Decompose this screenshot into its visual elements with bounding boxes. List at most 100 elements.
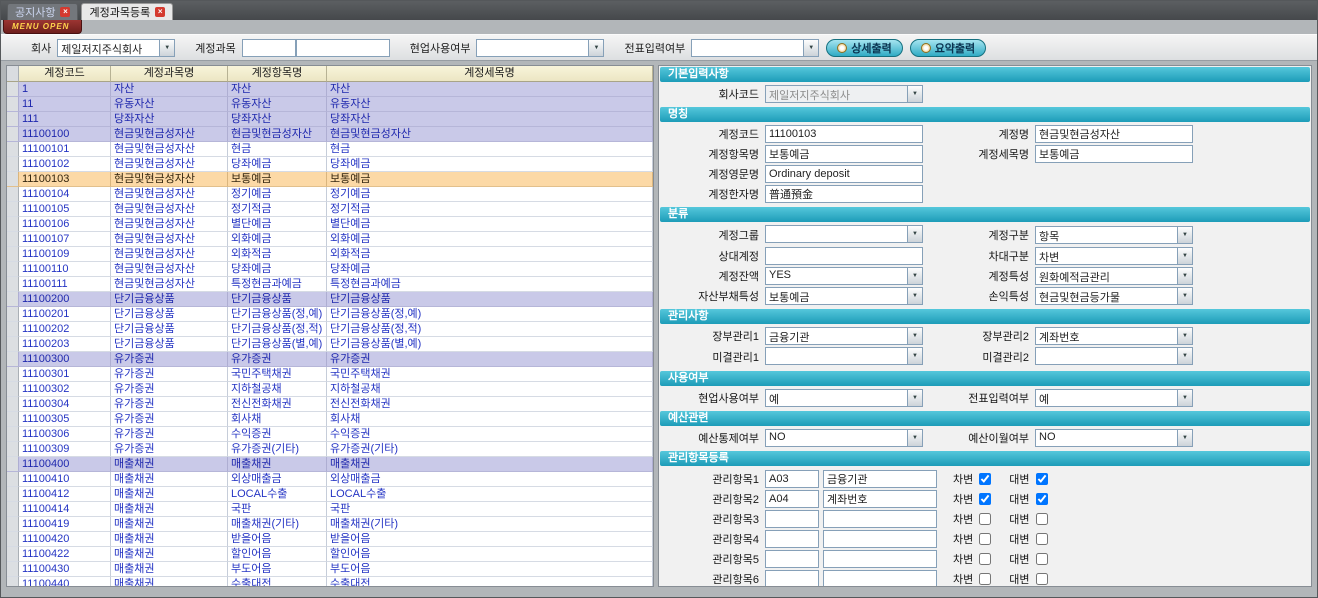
column-header-item[interactable]: 계정항목명 (228, 66, 327, 82)
debit-checkbox[interactable] (979, 553, 991, 565)
mgmt-item-4-code-input[interactable] (765, 530, 819, 548)
table-row[interactable]: 11100202단기금융상품단기금융상품(정,적)단기금융상품(정,적) (7, 322, 653, 337)
table-row[interactable]: 11100201단기금융상품단기금융상품(정,예)단기금융상품(정,예) (7, 307, 653, 322)
credit-checkbox[interactable] (1036, 553, 1048, 565)
table-row[interactable]: 11100110현금및현금성자산당좌예금당좌예금 (7, 262, 653, 277)
account-attribute-combo[interactable]: 원화예적금관리▼ (1035, 267, 1193, 285)
table-row[interactable]: 11100430매출채권부도어음부도어음 (7, 562, 653, 577)
credit-checkbox[interactable] (1036, 473, 1048, 485)
table-row[interactable]: 11100440매출채권수출대전수출대전 (7, 577, 653, 587)
account-class-combo[interactable]: 항목▼ (1035, 226, 1193, 244)
mgmt-item-5-name-input[interactable] (823, 550, 937, 568)
chevron-down-icon[interactable]: ▼ (1177, 248, 1192, 264)
debit-checkbox[interactable] (979, 493, 991, 505)
budget-carryover-yn-combo[interactable]: NO▼ (1035, 429, 1193, 447)
table-row[interactable]: 11100309유가증권유가증권(기타)유가증권(기타) (7, 442, 653, 457)
pending-manage-2-combo[interactable]: ▼ (1035, 347, 1193, 365)
mgmt-item-6-code-input[interactable] (765, 570, 819, 587)
chevron-down-icon[interactable]: ▼ (907, 288, 922, 304)
table-row[interactable]: 11100103현금및현금성자산보통예금보통예금 (7, 172, 653, 187)
debit-checkbox[interactable] (979, 533, 991, 545)
book-manage-2-combo[interactable]: 계좌번호▼ (1035, 327, 1193, 345)
chevron-down-icon[interactable]: ▼ (907, 390, 922, 406)
profit-loss-attribute-combo[interactable]: 현금및현금등가물▼ (1035, 287, 1193, 305)
chevron-down-icon[interactable]: ▼ (1177, 328, 1192, 344)
table-row[interactable]: 1자산자산자산 (7, 82, 653, 97)
menu-open-button[interactable]: MENU OPEN (3, 20, 82, 34)
table-row[interactable]: 11100400매출채권매출채권매출채권 (7, 457, 653, 472)
chevron-down-icon[interactable]: ▼ (907, 430, 922, 446)
table-row[interactable]: 11100102현금및현금성자산당좌예금당좌예금 (7, 157, 653, 172)
table-row[interactable]: 11100306유가증권수익증권수익증권 (7, 427, 653, 442)
close-icon[interactable]: × (60, 7, 70, 17)
chevron-down-icon[interactable]: ▼ (907, 328, 922, 344)
chevron-down-icon[interactable]: ▼ (907, 226, 922, 242)
account-item-name-input[interactable] (765, 145, 923, 163)
table-row[interactable]: 11100410매출채권외상매출금외상매출금 (7, 472, 653, 487)
mgmt-item-2-name-input[interactable] (823, 490, 937, 508)
chevron-down-icon[interactable]: ▼ (1177, 227, 1192, 243)
slip-entry-yn-combo[interactable]: 예▼ (1035, 389, 1193, 407)
debit-credit-class-combo[interactable]: 차변▼ (1035, 247, 1193, 265)
table-row[interactable]: 11100200단기금융상품단기금융상품단기금융상품 (7, 292, 653, 307)
close-icon[interactable]: × (155, 7, 165, 17)
table-row[interactable]: 111당좌자산당좌자산당좌자산 (7, 112, 653, 127)
table-row[interactable]: 11100412매출채권LOCAL수출LOCAL수출 (7, 487, 653, 502)
mgmt-item-6-name-input[interactable] (823, 570, 937, 587)
debit-checkbox[interactable] (979, 573, 991, 585)
budget-control-yn-combo[interactable]: NO▼ (765, 429, 923, 447)
account-balance-combo[interactable]: YES▼ (765, 267, 923, 285)
table-row[interactable]: 11100107현금및현금성자산외화예금외화예금 (7, 232, 653, 247)
asset-liability-attribute-combo[interactable]: 보통예금▼ (765, 287, 923, 305)
mgmt-item-2-code-input[interactable] (765, 490, 819, 508)
account-english-name-input[interactable] (765, 165, 923, 183)
tab-notice[interactable]: 공지사항 × (7, 3, 78, 20)
chevron-down-icon[interactable]: ▼ (588, 40, 603, 56)
account-name-input[interactable] (1035, 125, 1193, 143)
credit-checkbox[interactable] (1036, 513, 1048, 525)
table-row[interactable]: 11100111현금및현금성자산특정현금과예금특정현금과예금 (7, 277, 653, 292)
table-row[interactable]: 11100300유가증권유가증권유가증권 (7, 352, 653, 367)
mgmt-item-5-code-input[interactable] (765, 550, 819, 568)
summary-print-button[interactable]: 요약출력 (910, 39, 986, 57)
table-row[interactable]: 11100302유가증권지하철공채지하철공채 (7, 382, 653, 397)
mgmt-item-1-name-input[interactable] (823, 470, 937, 488)
tab-account-registration[interactable]: 계정과목등록 × (81, 3, 173, 20)
table-row[interactable]: 11100305유가증권회사채회사채 (7, 412, 653, 427)
chevron-down-icon[interactable]: ▼ (803, 40, 818, 56)
credit-checkbox[interactable] (1036, 493, 1048, 505)
debit-checkbox[interactable] (979, 473, 991, 485)
table-row[interactable]: 11100109현금및현금성자산외화적금외화적금 (7, 247, 653, 262)
table-row[interactable]: 11100414매출채권국판국판 (7, 502, 653, 517)
chevron-down-icon[interactable]: ▼ (907, 268, 922, 284)
chevron-down-icon[interactable]: ▼ (1177, 348, 1192, 364)
mgmt-item-3-code-input[interactable] (765, 510, 819, 528)
account-name-filter-input[interactable] (296, 39, 390, 57)
debit-checkbox[interactable] (979, 513, 991, 525)
table-row[interactable]: 11100419매출채권매출채권(기타)매출채권(기타) (7, 517, 653, 532)
chevron-down-icon[interactable]: ▼ (1177, 430, 1192, 446)
field-use-yn-combo[interactable]: 예▼ (765, 389, 923, 407)
table-row[interactable]: 11100422매출채권할인어음할인어음 (7, 547, 653, 562)
column-header-name[interactable]: 계정과목명 (111, 66, 228, 82)
mgmt-item-4-name-input[interactable] (823, 530, 937, 548)
chevron-down-icon[interactable]: ▼ (907, 348, 922, 364)
table-row[interactable]: 11100101현금및현금성자산현금현금 (7, 142, 653, 157)
counter-account-input[interactable] (765, 247, 923, 265)
account-hanja-name-input[interactable] (765, 185, 923, 203)
account-group-combo[interactable]: ▼ (765, 225, 923, 243)
account-code-input[interactable] (765, 125, 923, 143)
table-row[interactable]: 11유동자산유동자산유동자산 (7, 97, 653, 112)
chevron-down-icon[interactable]: ▼ (1177, 268, 1192, 284)
table-row[interactable]: 11100104현금및현금성자산정기예금정기예금 (7, 187, 653, 202)
table-row[interactable]: 11100301유가증권국민주택채권국민주택채권 (7, 367, 653, 382)
book-manage-1-combo[interactable]: 금융기관▼ (765, 327, 923, 345)
chevron-down-icon[interactable]: ▼ (1177, 390, 1192, 406)
company-filter-combo[interactable]: 제일저지주식회사 ▼ (57, 39, 175, 57)
chevron-down-icon[interactable]: ▼ (159, 40, 174, 56)
credit-checkbox[interactable] (1036, 533, 1048, 545)
detail-print-button[interactable]: 상세출력 (826, 39, 902, 57)
credit-checkbox[interactable] (1036, 573, 1048, 585)
mgmt-item-3-name-input[interactable] (823, 510, 937, 528)
table-row[interactable]: 11100203단기금융상품단기금융상품(별,예)단기금융상품(별,예) (7, 337, 653, 352)
